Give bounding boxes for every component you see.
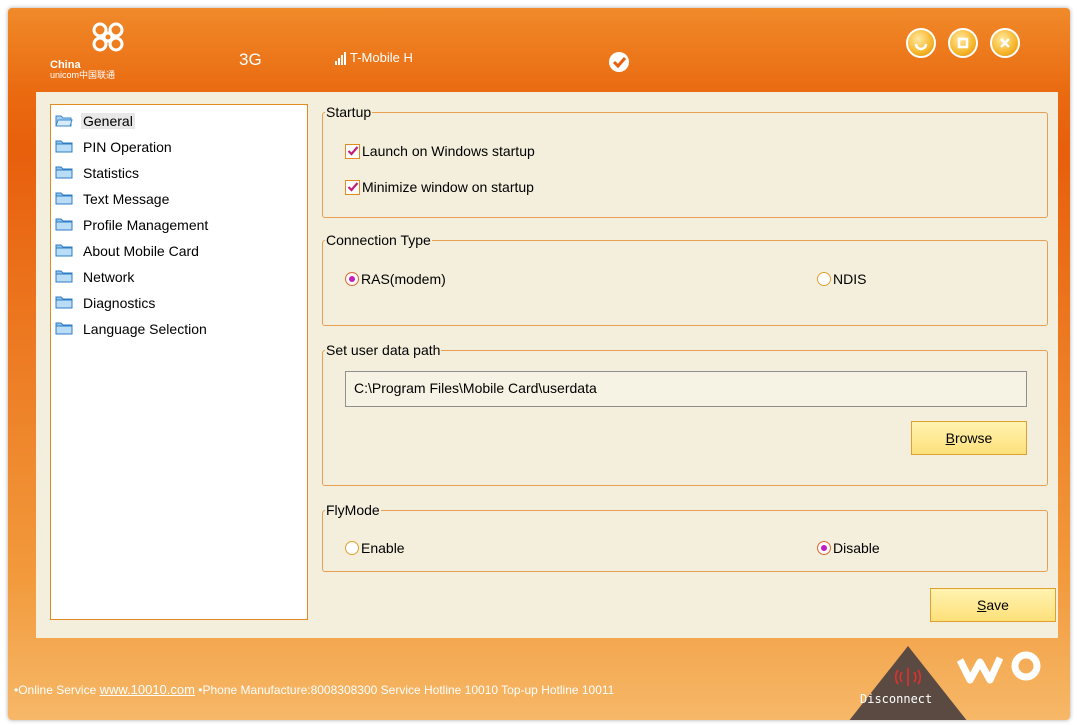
sidebar-item-label: Statistics [83, 165, 140, 181]
folder-icon [55, 295, 73, 312]
minimize-button[interactable] [906, 28, 936, 58]
flymode-group: FlyMode Enable Disable [322, 502, 1048, 572]
footer-bar: •Online Service www.10010.com •Phone Man… [8, 638, 1070, 720]
ndis-radio[interactable]: NDIS [817, 271, 866, 287]
sidebar-item-language-selection[interactable]: Language Selection [55, 319, 209, 339]
folder-icon [55, 139, 73, 156]
flymode-disable-radio[interactable]: Disable [817, 540, 880, 556]
radio-selected-icon [817, 541, 831, 555]
radio-unselected-icon [817, 272, 831, 286]
website-link[interactable]: www.10010.com [100, 682, 195, 697]
startup-group-title: Startup [325, 104, 373, 120]
app-window: China unicom中国联通 3G T-Mobile H General P… [8, 8, 1070, 720]
sidebar-item-statistics[interactable]: Statistics [55, 163, 141, 183]
checkmark-icon [345, 143, 360, 159]
browse-button[interactable]: Browse [911, 421, 1027, 455]
footer-info: •Online Service www.10010.com •Phone Man… [14, 682, 615, 697]
sidebar-item-about-mobile-card[interactable]: About Mobile Card [55, 241, 201, 261]
connection-type-group: Connection Type RAS(modem) NDIS [322, 232, 1048, 326]
sidebar-item-label: Language Selection [83, 321, 207, 337]
signal-status: T-Mobile H [335, 50, 413, 65]
radio-unselected-icon [345, 541, 359, 555]
settings-panel: General PIN Operation Statistics Text Messa… [36, 92, 1058, 638]
radio-selected-icon [345, 272, 359, 286]
minimize-icon [914, 43, 928, 51]
sidebar-item-label: General [81, 113, 135, 129]
sidebar-item-label: Text Message [83, 191, 170, 207]
folder-icon [55, 191, 73, 208]
sidebar-item-network[interactable]: Network [55, 267, 136, 287]
connection-type-group-title: Connection Type [325, 232, 432, 248]
operator-name: T-Mobile H [350, 50, 413, 65]
flymode-group-title: FlyMode [325, 502, 381, 518]
startup-group: Startup Launch on Windows startup Minimi… [322, 104, 1048, 218]
launch-on-startup-checkbox[interactable]: Launch on Windows startup [345, 143, 535, 159]
wo-brand-logo [940, 642, 1050, 702]
folder-icon [55, 269, 73, 286]
folder-icon [55, 321, 73, 338]
network-type-label: 3G [239, 50, 262, 69]
sidebar-item-label: Network [83, 269, 135, 285]
sidebar-item-label: Profile Management [83, 217, 209, 233]
folder-icon [55, 165, 73, 182]
folder-icon [55, 217, 73, 234]
save-button[interactable]: Save [930, 588, 1056, 622]
ras-modem-radio[interactable]: RAS(modem) [345, 271, 446, 287]
close-icon [1000, 38, 1010, 48]
folder-open-icon [55, 113, 73, 130]
folder-icon [55, 243, 73, 260]
flymode-enable-radio[interactable]: Enable [345, 540, 405, 556]
sidebar-item-label: PIN Operation [83, 139, 172, 155]
sidebar-item-label: Diagnostics [83, 295, 156, 311]
maximize-button[interactable] [948, 28, 978, 58]
title-bar[interactable]: China unicom中国联通 3G T-Mobile H [8, 8, 1070, 92]
signal-strength-icon [335, 51, 346, 65]
sidebar-item-diagnostics[interactable]: Diagnostics [55, 293, 157, 313]
sidebar-item-pin-operation[interactable]: PIN Operation [55, 137, 174, 157]
close-button[interactable] [990, 28, 1020, 58]
settings-nav-tree[interactable]: General PIN Operation Statistics Text Messa… [50, 104, 308, 620]
maximize-icon [957, 37, 969, 49]
checkmark-icon [345, 179, 360, 195]
sidebar-item-profile-management[interactable]: Profile Management [55, 215, 210, 235]
user-data-path-group: Set user data path C:\Program Files\Mobi… [322, 342, 1048, 486]
sidebar-item-label: About Mobile Card [83, 243, 199, 259]
sidebar-item-text-message[interactable]: Text Message [55, 189, 171, 209]
minimize-on-startup-checkbox[interactable]: Minimize window on startup [345, 179, 534, 195]
refresh-icon[interactable] [609, 52, 629, 72]
user-data-path-group-title: Set user data path [325, 342, 442, 358]
user-data-path-field[interactable]: C:\Program Files\Mobile Card\userdata [345, 371, 1027, 407]
sidebar-item-general[interactable]: General [55, 111, 135, 131]
disconnect-label: Disconnect [860, 692, 933, 706]
